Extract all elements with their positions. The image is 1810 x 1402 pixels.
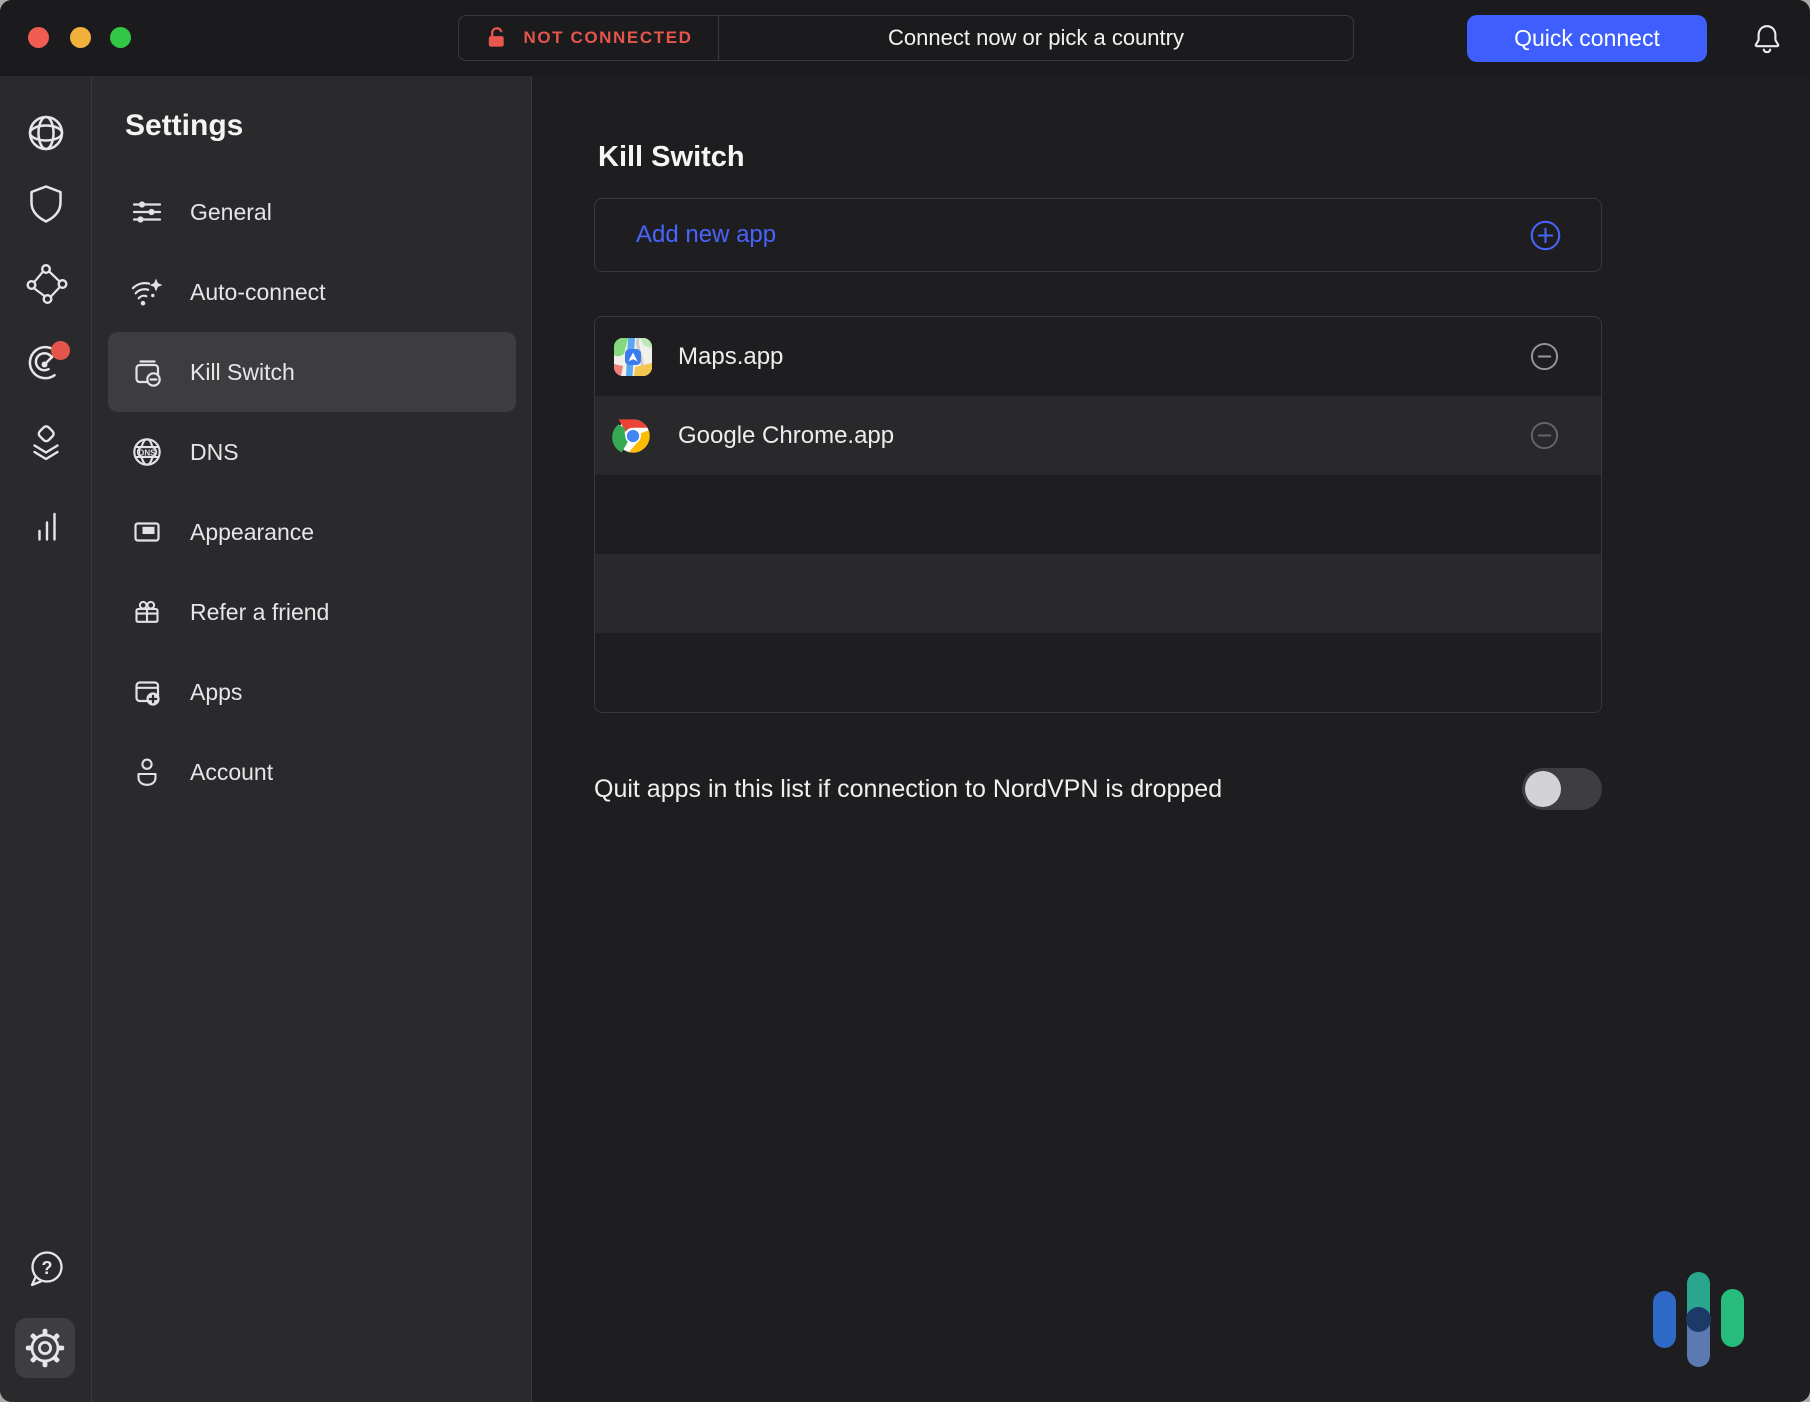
- page-title: Kill Switch: [598, 141, 745, 174]
- app-plus-icon: [130, 675, 164, 709]
- empty-list-row: [595, 633, 1601, 712]
- quit-apps-toggle-label: Quit apps in this list if connection to …: [594, 775, 1222, 804]
- google-chrome-icon: [614, 417, 652, 455]
- settings-nav: General Auto-connect: [92, 172, 532, 812]
- primary-rail: ?: [0, 76, 92, 1402]
- rail-item-settings[interactable]: [15, 1318, 75, 1378]
- nav-item-label: Auto-connect: [190, 279, 326, 306]
- nav-item-label: Refer a friend: [190, 599, 329, 626]
- nav-item-apps[interactable]: Apps: [108, 652, 516, 732]
- person-icon: [130, 755, 164, 789]
- nav-item-label: Kill Switch: [190, 359, 295, 386]
- nav-item-kill-switch[interactable]: Kill Switch: [108, 332, 516, 412]
- wifi-sparkle-icon: [130, 275, 164, 309]
- close-window-button[interactable]: [28, 27, 49, 48]
- country-picker[interactable]: Connect now or pick a country: [719, 16, 1353, 60]
- remove-app-icon[interactable]: [1530, 342, 1559, 371]
- empty-list-row: [595, 554, 1601, 633]
- dns-globe-icon: DNS: [130, 435, 164, 469]
- app-row-google-chrome: Google Chrome.app: [595, 396, 1601, 475]
- rail-item-meshnet[interactable]: [24, 261, 68, 305]
- nav-item-appearance[interactable]: Appearance: [108, 492, 516, 572]
- add-new-app-row[interactable]: Add new app: [594, 198, 1602, 272]
- kill-switch-panel: Kill Switch Add new app: [532, 76, 1810, 1402]
- nav-item-auto-connect[interactable]: Auto-connect: [108, 252, 516, 332]
- app-minus-icon: [130, 355, 164, 389]
- add-new-app-label: Add new app: [636, 221, 776, 249]
- rail-item-countries[interactable]: [24, 111, 68, 155]
- window-icon: [130, 515, 164, 549]
- unlocked-padlock-icon: [484, 25, 509, 51]
- rail-item-help[interactable]: ?: [24, 1246, 68, 1292]
- nav-item-label: DNS: [190, 439, 239, 466]
- loader-bar-right: [1721, 1289, 1744, 1347]
- nordvpn-loader-logo: [1650, 1272, 1746, 1368]
- zoom-window-button[interactable]: [110, 27, 131, 48]
- loader-dot: [1686, 1307, 1711, 1332]
- empty-list-row: [595, 475, 1601, 554]
- remove-app-icon[interactable]: [1530, 421, 1559, 450]
- globe-icon: [24, 111, 68, 155]
- alert-badge: [51, 341, 70, 360]
- apple-maps-icon: [614, 338, 652, 376]
- settings-sidebar: Settings General: [92, 76, 532, 1402]
- gift-icon: [130, 595, 164, 629]
- notifications-bell-icon[interactable]: [1751, 22, 1783, 56]
- svg-text:?: ?: [42, 1258, 53, 1278]
- nav-item-label: Apps: [190, 679, 242, 706]
- nav-item-label: Appearance: [190, 519, 314, 546]
- plus-circle-icon: [1530, 220, 1561, 251]
- quit-apps-setting-row: Quit apps in this list if connection to …: [594, 764, 1602, 814]
- nav-item-label: Account: [190, 759, 273, 786]
- connection-status-segment: NOT CONNECTED: [459, 16, 719, 60]
- mesh-network-icon: [24, 261, 68, 305]
- rail-item-threat-protection[interactable]: [24, 181, 68, 225]
- quick-connect-button[interactable]: Quick connect: [1467, 15, 1707, 62]
- shield-icon: [24, 181, 68, 225]
- rail-item-statistics[interactable]: [24, 501, 68, 545]
- layers-icon: [24, 421, 68, 465]
- toggle-knob: [1525, 771, 1561, 807]
- help-icon: ?: [24, 1246, 68, 1292]
- settings-gear-icon: [23, 1326, 67, 1370]
- nav-item-account[interactable]: Account: [108, 732, 516, 812]
- nav-item-label: General: [190, 199, 272, 226]
- sliders-icon: [130, 195, 164, 229]
- rail-item-dark-web-monitor[interactable]: [24, 341, 68, 385]
- loader-bar-left: [1653, 1291, 1676, 1348]
- nav-item-dns[interactable]: DNS DNS: [108, 412, 516, 492]
- nordvpn-window: NOT CONNECTED Connect now or pick a coun…: [0, 0, 1810, 1402]
- quit-apps-toggle[interactable]: [1522, 768, 1602, 810]
- kill-switch-app-list: Maps.app Google Chrome.app: [594, 316, 1602, 713]
- nav-item-refer-a-friend[interactable]: Refer a friend: [108, 572, 516, 652]
- app-row-maps: Maps.app: [595, 317, 1601, 396]
- title-bar: NOT CONNECTED Connect now or pick a coun…: [0, 0, 1810, 77]
- app-name: Google Chrome.app: [678, 422, 894, 450]
- settings-title: Settings: [125, 109, 243, 143]
- minimize-window-button[interactable]: [70, 27, 91, 48]
- connection-status-text: NOT CONNECTED: [523, 28, 692, 48]
- app-name: Maps.app: [678, 343, 783, 371]
- rail-item-presets[interactable]: [24, 421, 68, 465]
- svg-text:DNS: DNS: [139, 448, 157, 457]
- stats-icon: [24, 501, 68, 545]
- connection-status-bar: NOT CONNECTED Connect now or pick a coun…: [458, 15, 1354, 61]
- nav-item-general[interactable]: General: [108, 172, 516, 252]
